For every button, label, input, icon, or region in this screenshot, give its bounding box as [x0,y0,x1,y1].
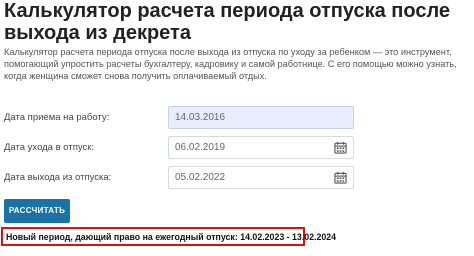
leave-date-label: Дата ухода в отпуск: [4,142,95,153]
return-date-label: Дата выхода из отпуска: [4,172,112,183]
return-date-field[interactable]: 05.02.2022 [168,166,354,189]
result-text: Новый период, дающий право на ежегодный … [6,232,337,242]
hire-date-field[interactable]: 14.03.2016 [168,106,354,129]
leave-date-value: 06.02.2019 [175,142,226,153]
description-text: Калькулятор расчета периода отпуска посл… [4,47,457,82]
result-box: Новый период, дающий право на ежегодный … [1,227,336,246]
hire-date-value: 14.03.2016 [175,112,226,123]
hire-date-label: Дата приема на работу: [4,112,110,123]
return-date-value: 05.02.2022 [175,172,226,183]
leave-date-field[interactable]: 06.02.2019 [168,136,354,159]
page-title: Калькулятор расчета периода отпуска посл… [4,0,451,44]
calculate-button[interactable]: РАССЧИТАТЬ [4,199,70,223]
calendar-icon[interactable] [334,171,347,184]
calendar-icon[interactable] [334,141,347,154]
